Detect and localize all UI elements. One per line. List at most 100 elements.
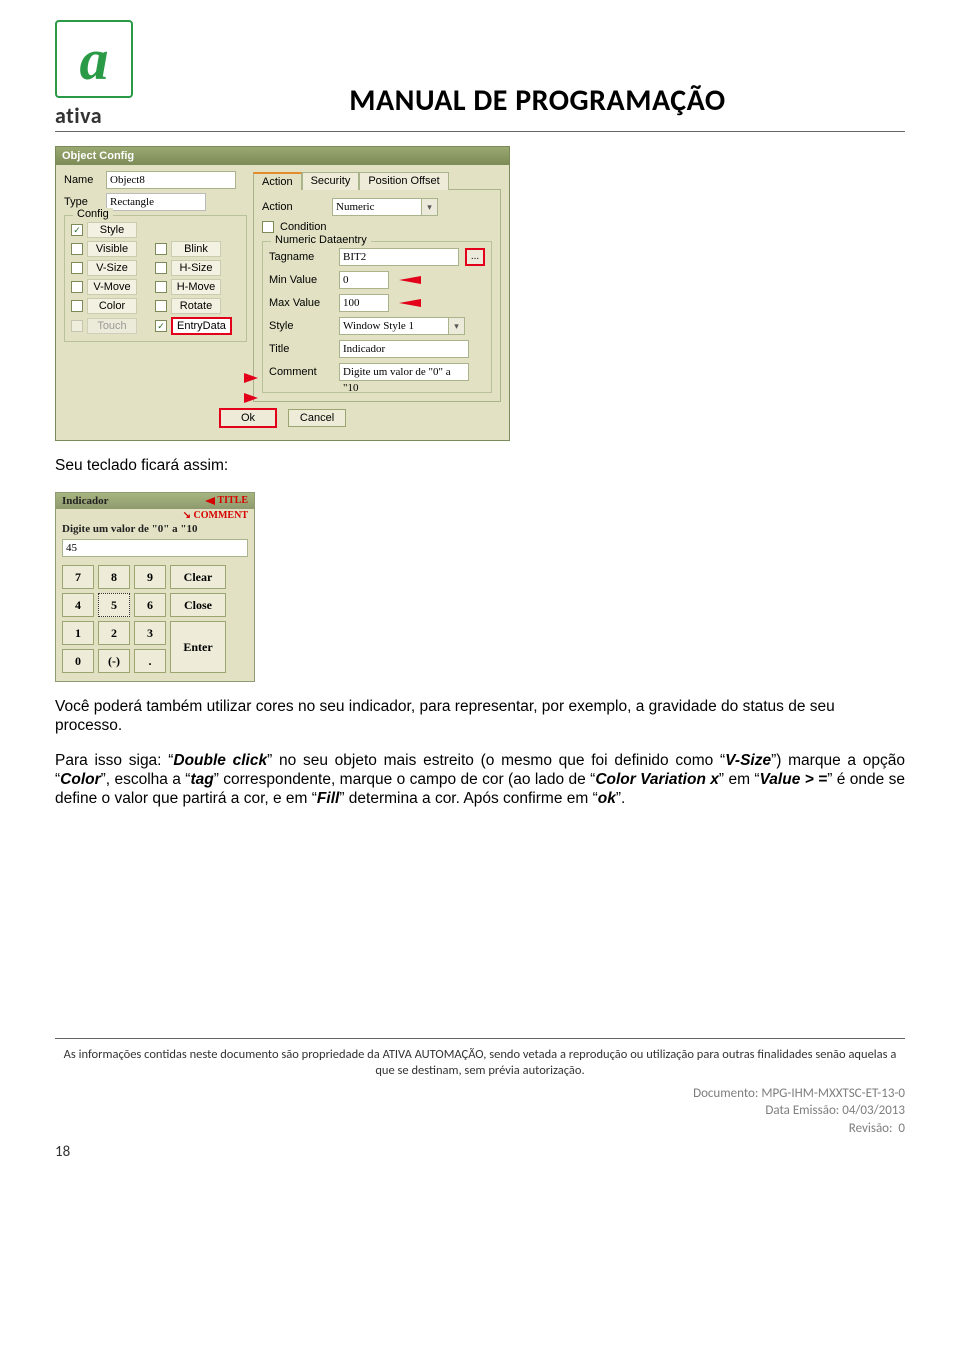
logo-text: ativa <box>55 102 140 129</box>
comment-annotation-text: COMMENT <box>194 510 248 521</box>
browse-button[interactable]: ... <box>465 248 485 266</box>
style-combo[interactable]: Window Style 1▾ <box>339 317 465 335</box>
key-9[interactable]: 9 <box>134 565 166 589</box>
t: V-Size <box>725 752 771 769</box>
title-field-label: Title <box>269 343 333 355</box>
blink-checkbox[interactable] <box>155 243 167 255</box>
tagname-field[interactable]: BIT2 <box>339 248 459 266</box>
style-checkbox[interactable]: ✓ <box>71 224 83 236</box>
rev-value: 0 <box>898 1121 905 1136</box>
visible-label: Visible <box>87 241 137 257</box>
min-field[interactable]: 0 <box>339 271 389 289</box>
t: Para isso siga: “ <box>55 752 173 769</box>
key-4[interactable]: 4 <box>62 593 94 617</box>
dialog-button-row: Ok Cancel <box>64 402 501 430</box>
annotation-arrow-icon <box>244 373 258 383</box>
keypad-grid: 7 8 9 Clear 4 5 6 Close 1 2 3 Enter 0 (-… <box>56 561 254 681</box>
title-annotation: TITLE <box>205 495 248 506</box>
tab-strip: Action Security Position Offset <box>253 171 501 189</box>
vmove-checkbox[interactable] <box>71 281 83 293</box>
t: ”, escolha a “ <box>101 771 191 788</box>
config-group-title: Config <box>73 208 113 220</box>
t: Color Variation x <box>595 771 719 788</box>
action-combo[interactable]: Numeric▾ <box>332 198 438 216</box>
vmove-label: V-Move <box>87 279 137 295</box>
logo-mark: a <box>55 20 133 98</box>
tab-position-offset[interactable]: Position Offset <box>359 172 448 190</box>
action-value: Numeric <box>332 198 422 216</box>
tagname-label: Tagname <box>269 251 333 263</box>
t: ” determina a cor. Após confirme em “ <box>339 790 597 807</box>
key-7[interactable]: 7 <box>62 565 94 589</box>
max-label: Max Value <box>269 297 333 309</box>
touch-checkbox <box>71 320 83 332</box>
tab-action[interactable]: Action <box>253 172 302 190</box>
key-5[interactable]: 5 <box>98 593 130 617</box>
title-annotation-text: TITLE <box>217 495 248 506</box>
doc-value: MPG-IHM-MXXTSC-ET-13-0 <box>761 1086 905 1101</box>
max-field[interactable]: 100 <box>339 294 389 312</box>
annotation-arrow-icon <box>244 393 258 403</box>
name-label: Name <box>64 174 100 186</box>
page-title: MANUAL DE PROGRAMAÇÃO <box>170 82 905 119</box>
t: Fill <box>317 790 339 807</box>
annotation-arrow-icon <box>399 276 421 284</box>
key-clear[interactable]: Clear <box>170 565 226 589</box>
condition-checkbox[interactable] <box>262 221 274 233</box>
keypad-display[interactable]: 45 <box>62 539 248 557</box>
title-field[interactable]: Indicador <box>339 340 469 358</box>
paragraph-2: Você poderá também utilizar cores no seu… <box>55 698 905 736</box>
key-0[interactable]: 0 <box>62 649 94 673</box>
key-2[interactable]: 2 <box>98 621 130 645</box>
footer-divider <box>55 1038 905 1039</box>
page-header: a ativa MANUAL DE PROGRAMAÇÃO <box>55 20 905 129</box>
hmove-label: H-Move <box>171 279 221 295</box>
action-label: Action <box>262 201 326 213</box>
tab-security[interactable]: Security <box>302 172 360 190</box>
key-1[interactable]: 1 <box>62 621 94 645</box>
chevron-down-icon: ▾ <box>449 317 465 335</box>
hsize-label: H-Size <box>171 260 221 276</box>
keypad-comment: Digite um valor de "0" a "10 <box>56 523 254 537</box>
style-cb-label: Style <box>269 320 333 332</box>
visible-checkbox[interactable] <box>71 243 83 255</box>
key-8[interactable]: 8 <box>98 565 130 589</box>
color-label: Color <box>87 298 137 314</box>
key-neg[interactable]: (-) <box>98 649 130 673</box>
config-group: Config ✓Style Visible Blink V-Size H-Siz… <box>64 215 247 342</box>
key-6[interactable]: 6 <box>134 593 166 617</box>
keypad-title: Indicador <box>62 495 108 507</box>
t: Value > = <box>760 771 828 788</box>
comment-annotation: ↘ COMMENT <box>183 510 248 521</box>
hsize-checkbox[interactable] <box>155 262 167 274</box>
vsize-checkbox[interactable] <box>71 262 83 274</box>
color-checkbox[interactable] <box>71 300 83 312</box>
style-value: Window Style 1 <box>339 317 449 335</box>
t: Color <box>60 771 100 788</box>
annotation-arrows <box>244 373 258 403</box>
type-combo[interactable]: Rectangle <box>106 193 206 211</box>
date-label: Data Emissão: <box>765 1103 839 1118</box>
ok-button[interactable]: Ok <box>219 408 277 428</box>
keypad-dialog: Indicador TITLE ↘ COMMENT Digite um valo… <box>55 492 255 682</box>
doc-label: Documento: <box>693 1086 758 1101</box>
entrydata-checkbox[interactable]: ✓ <box>155 320 167 332</box>
doc-meta: Documento: MPG-IHM-MXXTSC-ET-13-0 Data E… <box>55 1085 905 1138</box>
vsize-label: V-Size <box>87 260 137 276</box>
type-label: Type <box>64 196 100 208</box>
t: ” em “ <box>719 771 760 788</box>
logo-glyph: a <box>80 26 109 93</box>
name-field[interactable]: Object8 <box>106 171 236 189</box>
rotate-checkbox[interactable] <box>155 300 167 312</box>
key-close[interactable]: Close <box>170 593 226 617</box>
dialog-titlebar: Object Config <box>56 147 509 165</box>
hmove-checkbox[interactable] <box>155 281 167 293</box>
comment-field[interactable]: Digite um valor de "0" a "10 <box>339 363 469 381</box>
t: ” correspondente, marque o campo de cor … <box>214 771 596 788</box>
key-enter[interactable]: Enter <box>170 621 226 673</box>
key-dot[interactable]: . <box>134 649 166 673</box>
annotation-arrow-icon <box>205 497 215 505</box>
rev-label: Revisão: <box>849 1121 893 1136</box>
cancel-button[interactable]: Cancel <box>288 409 346 427</box>
key-3[interactable]: 3 <box>134 621 166 645</box>
